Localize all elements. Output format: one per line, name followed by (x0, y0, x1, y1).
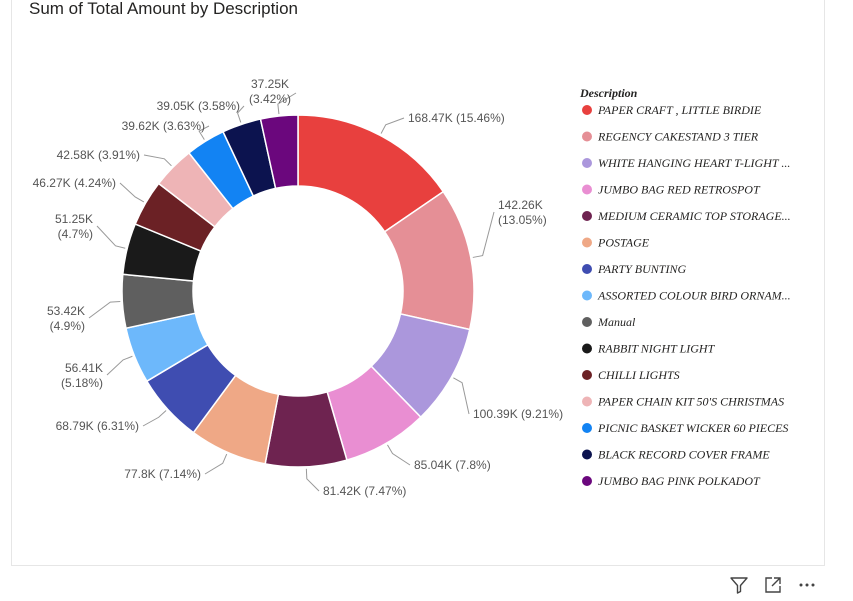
legend-item[interactable]: MEDIUM CERAMIC TOP STORAGE... (597, 209, 791, 223)
leader-line (472, 211, 495, 258)
data-label: 37.25K (3.42%) (249, 77, 291, 106)
filter-icon[interactable] (728, 574, 750, 596)
donut-chart-visual[interactable]: Sum of Total Amount by Description 168.4… (11, 0, 825, 566)
legend-item[interactable]: Manual (597, 315, 636, 329)
donut-chart: 168.47K (15.46%) 142.26K (13.05%) 100.39K (… (33, 77, 791, 498)
visual-header-icons (728, 573, 828, 597)
legend-item[interactable]: RABBIT NIGHT LIGHT (597, 342, 716, 356)
legend-marker (582, 264, 592, 274)
legend-marker (582, 317, 592, 327)
leader-line (380, 117, 405, 134)
data-label: 39.62K (3.63%) (122, 119, 205, 133)
legend-item[interactable]: REGENCY CAKESTAND 3 TIER (597, 130, 759, 144)
leader-line (142, 410, 167, 427)
legend: Description PAPER CRAFT , LITTLE BIRDIE R… (579, 86, 791, 488)
legend-item[interactable]: CHILLI LIGHTS (598, 368, 680, 382)
data-label: 142.26K (13.05%) (498, 198, 547, 227)
legend-marker (582, 105, 592, 115)
legend-marker (582, 211, 592, 221)
legend-item[interactable]: JUMBO BAG RED RETROSPOT (598, 183, 761, 197)
leader-line (387, 444, 411, 466)
leader-line (96, 225, 126, 249)
leader-line (453, 377, 470, 415)
data-label: 53.42K (4.9%) (47, 304, 85, 333)
legend-title: Description (579, 86, 638, 100)
legend-marker (582, 396, 592, 407)
leader-line (88, 300, 121, 319)
legend-item[interactable]: BLACK RECORD COVER FRAME (598, 448, 770, 462)
legend-marker (582, 158, 592, 168)
legend-marker (582, 237, 592, 248)
legend-item[interactable]: PICNIC BASKET WICKER 60 PIECES (597, 421, 788, 435)
legend-item[interactable]: PAPER CHAIN KIT 50'S CHRISTMAS (597, 395, 784, 409)
leader-line (119, 182, 145, 203)
leader-line (106, 355, 133, 376)
legend-marker (582, 449, 592, 460)
legend-item[interactable]: POSTAGE (597, 236, 650, 250)
slices-group (121, 114, 475, 468)
data-label: 46.27K (4.24%) (33, 176, 116, 190)
leader-line (143, 154, 172, 167)
data-label: 168.47K (15.46%) (408, 111, 505, 125)
legend-marker (582, 184, 592, 195)
legend-marker (582, 290, 592, 301)
data-label: 77.8K (7.14%) (124, 467, 201, 481)
data-label: 68.79K (6.31%) (56, 419, 139, 433)
legend-item[interactable]: PAPER CRAFT , LITTLE BIRDIE (597, 103, 762, 117)
focus-mode-icon[interactable] (762, 574, 784, 596)
data-label: 51.25K (4.7%) (55, 212, 93, 241)
legend-item[interactable]: PARTY BUNTING (597, 262, 686, 276)
leader-line (204, 453, 228, 475)
legend-marker (582, 423, 592, 433)
legend-marker (582, 370, 592, 380)
more-options-icon[interactable] (796, 574, 818, 596)
data-label: 42.58K (3.91%) (57, 148, 140, 162)
data-label: 56.41K (5.18%) (61, 361, 103, 390)
legend-item[interactable]: WHITE HANGING HEART T-LIGHT ... (598, 156, 790, 170)
data-label: 39.05K (3.58%) (157, 99, 240, 113)
data-label: 81.42K (7.47%) (323, 484, 406, 498)
legend-marker (582, 343, 592, 354)
legend-item[interactable]: ASSORTED COLOUR BIRD ORNAM... (597, 289, 791, 303)
legend-marker (582, 131, 592, 142)
legend-item[interactable]: JUMBO BAG PINK POLKADOT (598, 474, 761, 488)
legend-marker (582, 476, 592, 486)
leader-line (305, 468, 320, 492)
data-label: 100.39K (9.21%) (473, 407, 563, 421)
data-label: 85.04K (7.8%) (414, 458, 491, 472)
